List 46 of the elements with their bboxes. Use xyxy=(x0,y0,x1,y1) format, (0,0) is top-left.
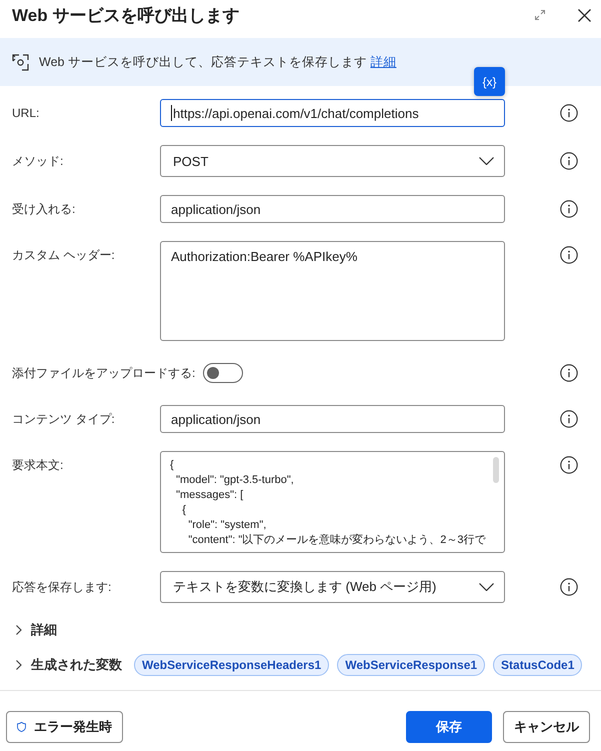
field-label: 要求本文: xyxy=(12,457,64,474)
variable-chip[interactable]: StatusCode1 xyxy=(493,654,582,676)
info-icon[interactable] xyxy=(560,456,578,474)
field-label: 受け入れる: xyxy=(12,201,76,218)
section-expander[interactable]: 生成された変数 xyxy=(14,654,126,676)
text-field[interactable]: application/json xyxy=(160,405,505,433)
variable-button[interactable]: {x} xyxy=(474,67,505,96)
request-body-field[interactable]: { "model": "gpt-3.5-turbo", "messages": [ { "role": "system", "content": "以下のメールを意味が変わらないよう、2～3行で xyxy=(160,451,505,553)
info-icon[interactable] xyxy=(560,364,578,382)
info-icon[interactable] xyxy=(560,152,578,170)
chevron-right-icon xyxy=(16,625,22,635)
field-label: URL: xyxy=(12,105,40,122)
error-handling-button[interactable]: エラー発生時 xyxy=(6,711,123,743)
field-label: カスタム ヘッダー: xyxy=(12,247,116,264)
text-field[interactable]: https://api.openai.com/v1/chat/completions xyxy=(160,99,505,127)
text-field[interactable]: application/json xyxy=(160,195,505,223)
chevron-down-icon xyxy=(479,157,494,165)
variable-chip[interactable]: WebServiceResponse1 xyxy=(337,654,486,676)
dialog-title: Web サービスを呼び出します xyxy=(12,4,240,26)
field-label: 応答を保存します: xyxy=(12,579,112,596)
dropdown-field[interactable]: テキストを変数に変換します (Web ページ用) xyxy=(160,571,505,603)
diagonal-arrows-icon[interactable] xyxy=(535,10,545,20)
close-icon[interactable] xyxy=(578,8,591,22)
details-link[interactable]: 詳細 xyxy=(370,54,396,68)
scrollbar-thumb[interactable] xyxy=(493,457,499,483)
info-icon[interactable] xyxy=(560,104,578,122)
info-icon[interactable] xyxy=(560,246,578,264)
info-icon[interactable] xyxy=(560,200,578,218)
field-label: メソッド: xyxy=(12,153,64,170)
info-icon[interactable] xyxy=(560,410,578,428)
save-button[interactable]: 保存 xyxy=(406,711,492,743)
field-label: 添付ファイルをアップロードする: xyxy=(12,365,196,382)
shield-icon xyxy=(17,719,26,735)
section-expander[interactable]: 詳細 xyxy=(14,619,61,641)
cancel-button[interactable]: キャンセル xyxy=(503,711,590,743)
toggle-switch[interactable] xyxy=(203,363,244,383)
chevron-right-icon xyxy=(16,660,22,670)
variable-chip[interactable]: WebServiceResponseHeaders1 xyxy=(134,654,330,676)
text-area-field[interactable]: Authorization:Bearer %APIkey% xyxy=(160,241,505,341)
info-icon[interactable] xyxy=(560,578,578,596)
dropdown-field[interactable]: POST xyxy=(160,145,505,177)
chevron-down-icon xyxy=(479,583,494,591)
field-label: コンテンツ タイプ: xyxy=(12,411,116,428)
banner-text: Web サービスを呼び出して、応答テキストを保存します 詳細 xyxy=(39,54,396,70)
text-cursor-icon xyxy=(171,105,172,121)
linked-squares-icon xyxy=(12,54,29,70)
